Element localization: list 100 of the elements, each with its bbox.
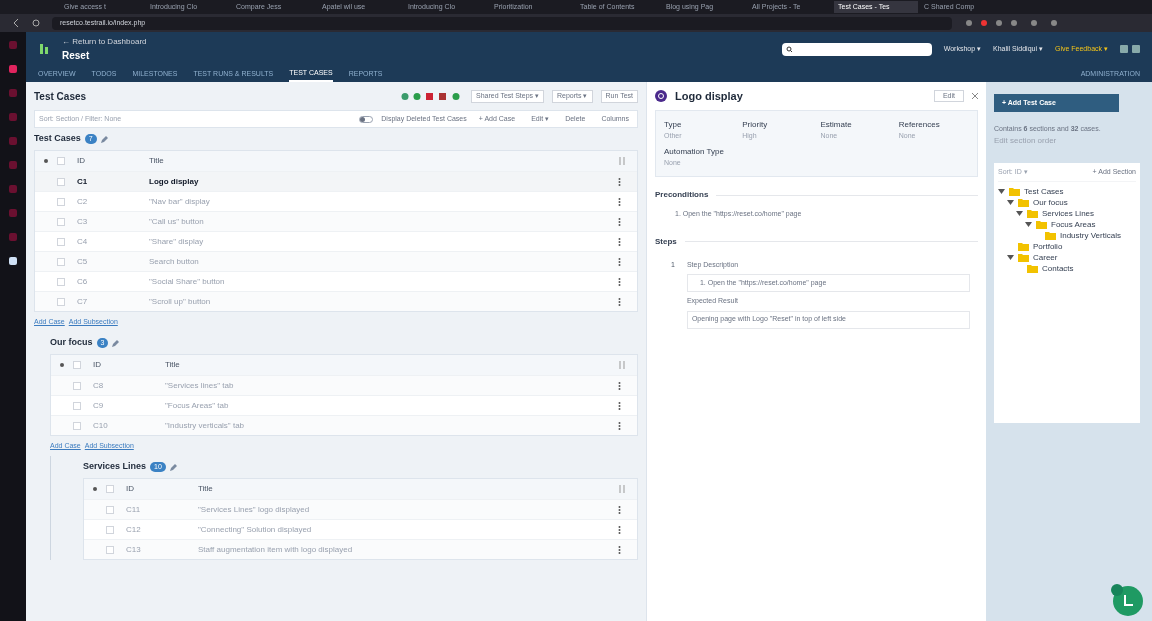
tree-item[interactable]: Portfolio [1033,240,1063,253]
tree-item[interactable]: Career [1033,251,1058,264]
project-name: Reset [62,48,91,63]
more-icon[interactable] [618,381,621,390]
table-cell-text: C3 [77,215,89,228]
case-title: Logo display [675,88,743,104]
checkbox[interactable] [73,421,81,430]
column-header[interactable]: Title [198,483,619,495]
table-cell-text: "Social Share" button [149,275,226,288]
checkbox[interactable] [57,197,65,206]
more-icon[interactable] [618,277,621,286]
column-handle-icon[interactable] [619,485,625,493]
table-cell-text: Search button [149,255,200,268]
table-cell-text: C13 [126,543,142,556]
close-icon[interactable] [972,93,978,99]
more-icon[interactable] [618,217,621,226]
table-cell-text: "Focus Areas" tab [165,399,230,412]
more-icon[interactable] [618,297,621,306]
table-cell-text: "Connecting" Solution displayed [198,523,313,536]
toggle-switch[interactable] [359,115,374,123]
more-icon[interactable] [618,197,621,206]
tree-item[interactable]: Our focus [1033,196,1068,209]
case-icon [655,90,667,102]
checkbox[interactable] [73,401,81,410]
app-icon[interactable] [8,256,18,266]
more-icon[interactable] [618,257,621,266]
checkbox[interactable] [57,257,65,266]
table-cell-text: Logo display [149,175,200,188]
table-cell-text: C4 [77,235,89,248]
field-label: Automation Type [664,145,725,158]
folder-icon [1036,220,1047,229]
folder-icon [1018,198,1029,207]
search-field[interactable] [781,42,932,56]
table-cell-text: C11 [126,503,142,516]
more-icon[interactable] [618,545,621,554]
checkbox[interactable] [57,177,65,186]
folder-icon [1018,242,1029,251]
field-label: Estimate [820,119,853,131]
section-title: Our focus [50,336,93,350]
column-handle-icon[interactable] [619,157,625,165]
checkbox[interactable] [57,297,65,306]
checkbox[interactable] [57,157,65,165]
edit-icon[interactable] [112,339,120,347]
checkbox[interactable] [106,505,114,514]
column-header[interactable]: ID [93,359,133,371]
checkbox[interactable] [57,237,65,246]
sort-icon[interactable] [43,158,49,164]
table-cell-text: C12 [126,523,142,536]
table-cell-text: "Services Lines" logo displayed [198,503,311,516]
checkbox[interactable] [106,525,114,534]
column-header[interactable]: ID [126,483,166,495]
edit-icon[interactable] [100,135,108,143]
table-cell-text: Staff augmentation item with logo displayed [198,543,354,556]
checkbox[interactable] [106,485,114,493]
table-cell-text: "Scroll up" button [149,295,212,308]
caret-icon[interactable] [1007,199,1014,206]
caret-icon[interactable] [1025,221,1032,228]
tree-item[interactable]: Services Lines [1042,207,1095,220]
table-cell-text: C10 [93,419,109,432]
folder-icon [1027,264,1038,273]
more-icon[interactable] [618,525,621,534]
checkbox[interactable] [57,277,65,286]
folder-icon [1027,209,1038,218]
back-icon[interactable] [12,19,20,27]
table-cell-text: C7 [77,295,89,308]
table-cell-text: "Services lines" tab [165,379,235,392]
column-header[interactable]: ID [77,155,117,167]
folder-icon [1018,253,1029,262]
column-header[interactable]: Title [149,155,619,167]
more-icon[interactable] [618,421,621,430]
sort-icon[interactable] [92,486,98,492]
caret-icon[interactable] [1007,254,1014,261]
field-label: Priority [742,119,769,131]
reload-icon[interactable] [32,19,40,27]
more-icon[interactable] [618,237,621,246]
table-cell-text: "Call us" button [149,215,205,228]
tree-item[interactable]: Test Cases [1024,185,1064,198]
checkbox[interactable] [57,217,65,226]
caret-icon[interactable] [1016,210,1023,217]
edit-icon[interactable] [169,463,177,471]
checkbox[interactable] [73,361,81,369]
checkbox[interactable] [73,381,81,390]
column-header[interactable]: Title [165,359,619,371]
more-icon[interactable] [618,177,621,186]
caret-icon[interactable] [998,188,1005,195]
chat-icon[interactable] [1108,581,1144,617]
sort-icon[interactable] [59,362,65,368]
dashboard-link[interactable]: ← Return to Dashboard [62,35,147,48]
tree-item[interactable]: Focus Areas [1051,218,1096,231]
checkbox[interactable] [106,545,114,554]
more-icon[interactable] [618,401,621,410]
table-cell-text: C5 [77,255,89,268]
tree-item[interactable]: Industry Verticals [1060,229,1121,242]
more-icon[interactable] [618,505,621,514]
table-row[interactable]: C1 Logo display [35,171,637,191]
logo-icon [38,43,50,55]
column-handle-icon[interactable] [619,361,625,369]
tree-item[interactable]: Contacts [1042,262,1074,275]
folder-icon [1009,187,1020,196]
section-heading: Steps [655,235,677,248]
